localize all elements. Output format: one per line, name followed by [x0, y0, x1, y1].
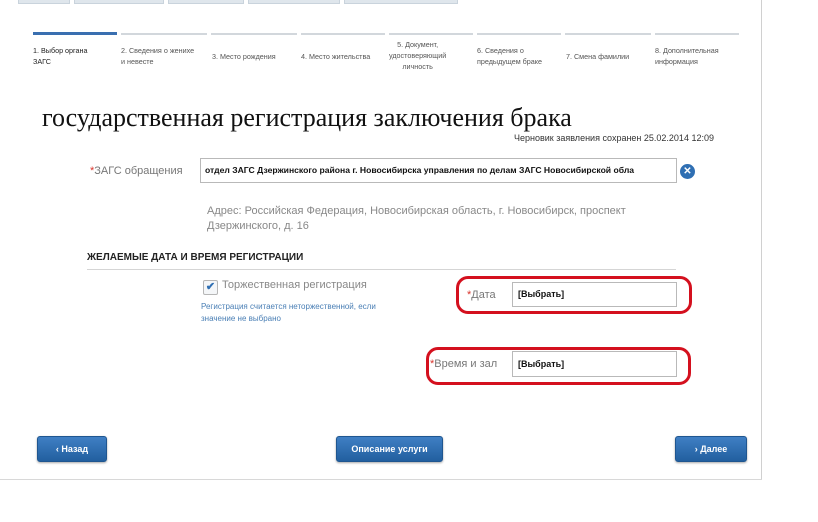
step-indicator-4	[301, 33, 385, 35]
section-divider	[87, 269, 676, 270]
date-label-text: Дата	[471, 289, 496, 301]
back-button[interactable]: ‹ Назад	[37, 436, 107, 462]
top-tabs-strip	[0, 0, 760, 6]
ceremonial-checkbox[interactable]: ✔	[203, 280, 218, 295]
time-hall-select-value: [Выбрать]	[518, 359, 565, 369]
step-2-line2: и невесте	[121, 57, 154, 66]
top-tab[interactable]	[248, 0, 340, 4]
date-select[interactable]: [Выбрать]	[512, 282, 677, 307]
next-button[interactable]: › Далее	[675, 436, 747, 462]
step-1-line1: 1. Выбор органа	[33, 46, 88, 55]
step-1[interactable]: 1. Выбор органа ЗАГС	[33, 45, 87, 67]
time-hall-label-text: Время и зал	[434, 358, 498, 370]
top-tab[interactable]	[168, 0, 244, 4]
step-4-line1: 4. Место жительства	[301, 52, 371, 61]
step-7[interactable]: 7. Смена фамилии	[566, 51, 629, 62]
step-indicator-5	[389, 33, 473, 35]
step-indicator-3	[211, 33, 297, 35]
step-6-line2: предыдущем браке	[477, 57, 542, 66]
step-3-line1: 3. Место рождения	[212, 52, 276, 61]
time-hall-select[interactable]: [Выбрать]	[512, 351, 677, 377]
step-indicator-1	[33, 32, 117, 35]
zags-address: Адрес: Российская Федерация, Новосибирск…	[207, 205, 626, 232]
time-hall-label: *Время и зал	[430, 358, 497, 370]
step-1-line2: ЗАГС	[33, 57, 51, 66]
step-5-line2: удостоверяющий	[389, 51, 447, 60]
step-8-line1: 8. Дополнительная	[655, 46, 719, 55]
step-2[interactable]: 2. Сведения о женихе и невесте	[121, 45, 194, 67]
step-indicator-6	[477, 33, 561, 35]
zags-label-text: ЗАГС обращения	[94, 165, 183, 177]
step-indicator-2	[121, 33, 207, 35]
clear-icon[interactable]: ✕	[680, 164, 695, 179]
step-2-line1: 2. Сведения о женихе	[121, 46, 195, 55]
step-indicator-8	[655, 33, 739, 35]
step-4[interactable]: 4. Место жительства	[301, 51, 370, 62]
date-label: *Дата	[467, 289, 496, 301]
step-5[interactable]: 5. Документ, удостоверяющий личность	[389, 39, 446, 72]
zags-input[interactable]: отдел ЗАГС Дзержинского района г. Новоси…	[200, 158, 677, 183]
step-5-line3: личность	[402, 62, 433, 71]
draft-saved-status: Черновик заявления сохранен 25.02.2014 1…	[514, 133, 714, 143]
page-border-bottom	[0, 479, 762, 480]
ceremonial-hint: Регистрация считается неторжественной, е…	[201, 302, 376, 323]
page-border-right	[761, 0, 762, 480]
service-description-button[interactable]: Описание услуги	[336, 436, 443, 462]
step-6[interactable]: 6. Сведения о предыдущем браке	[477, 45, 542, 67]
top-tab[interactable]	[74, 0, 164, 4]
date-select-value: [Выбрать]	[518, 289, 565, 299]
step-indicator-7	[565, 33, 651, 35]
step-3[interactable]: 3. Место рождения	[212, 51, 276, 62]
step-7-line1: 7. Смена фамилии	[566, 52, 630, 61]
top-tab[interactable]	[344, 0, 458, 4]
zags-input-value: отдел ЗАГС Дзержинского района г. Новоси…	[205, 165, 635, 175]
top-tab[interactable]	[18, 0, 70, 4]
step-6-line1: 6. Сведения о	[477, 46, 524, 55]
step-8[interactable]: 8. Дополнительная информация	[655, 45, 719, 67]
section-heading: ЖЕЛАЕМЫЕ ДАТА И ВРЕМЯ РЕГИСТРАЦИИ	[87, 252, 304, 263]
page-title: государственная регистрация заключения б…	[42, 103, 572, 132]
step-8-line2: информация	[655, 57, 698, 66]
step-5-line1: 5. Документ,	[397, 40, 439, 49]
zags-label: *ЗАГС обращения	[90, 165, 183, 177]
ceremonial-checkbox-label[interactable]: Торжественная регистрация	[222, 279, 367, 291]
